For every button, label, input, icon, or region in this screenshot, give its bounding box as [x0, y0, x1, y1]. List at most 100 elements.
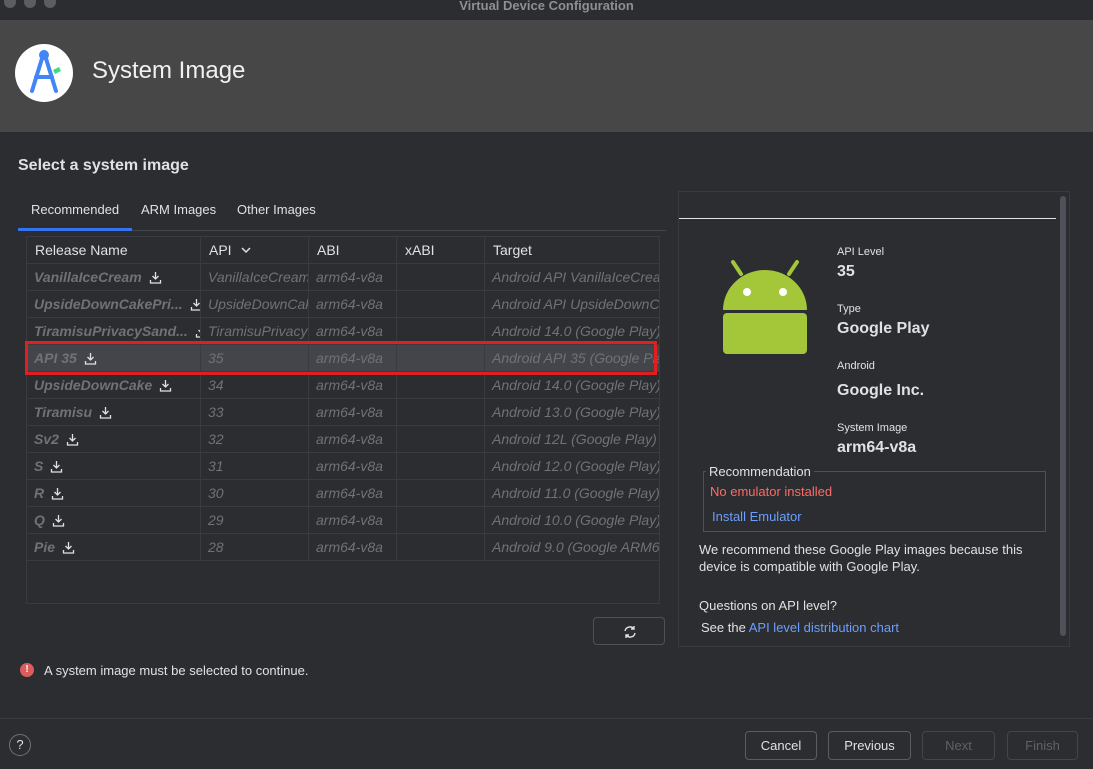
- android-value: Google Inc.: [837, 382, 925, 399]
- install-emulator-link[interactable]: Install Emulator: [712, 509, 802, 524]
- cell-target: Android 12L (Google Play): [485, 426, 659, 453]
- api-question: Questions on API level?: [699, 598, 838, 613]
- column-abi[interactable]: ABI: [309, 237, 397, 264]
- cell-release-name-text: Sv2: [34, 431, 59, 447]
- cell-xabi: [397, 291, 485, 318]
- cell-target: Android API 35 (Google Play): [485, 345, 659, 372]
- download-icon[interactable]: [52, 514, 65, 527]
- download-icon[interactable]: [50, 460, 63, 473]
- cell-abi-text: arm64-v8a: [316, 296, 383, 312]
- finish-button[interactable]: Finish: [1007, 731, 1078, 760]
- column-target[interactable]: Target: [485, 237, 659, 264]
- api-level-label: API Level: [837, 246, 885, 258]
- cell-release-name: TiramisuPrivacySand...: [27, 318, 201, 345]
- cell-api: 29: [201, 507, 309, 534]
- next-button[interactable]: Next: [922, 731, 995, 760]
- cell-xabi: [397, 534, 485, 561]
- tab-arm-images[interactable]: ARM Images: [128, 195, 229, 231]
- cell-api-text: 34: [208, 377, 224, 393]
- download-icon[interactable]: [149, 271, 162, 284]
- cell-api-text: 28: [208, 539, 224, 555]
- cell-api-text: 33: [208, 404, 224, 420]
- cell-api-text: 30: [208, 485, 224, 501]
- cell-abi: arm64-v8a: [309, 345, 397, 372]
- cell-xabi: [397, 453, 485, 480]
- table-row[interactable]: VanillaIceCream VanillaIceCream arm64-v8a A…: [27, 264, 660, 291]
- cell-target-text: Android API VanillaIceCream: [492, 269, 660, 285]
- download-icon[interactable]: [51, 487, 64, 500]
- cell-abi: arm64-v8a: [309, 480, 397, 507]
- help-button[interactable]: ?: [9, 734, 31, 756]
- download-icon[interactable]: [190, 298, 201, 311]
- cell-target-text: Android 14.0 (Google Play): [492, 377, 660, 393]
- cell-xabi: [397, 426, 485, 453]
- android-label: Android: [837, 360, 875, 372]
- download-icon[interactable]: [62, 541, 75, 554]
- cell-release-name-text: R: [34, 485, 45, 501]
- cell-abi-text: arm64-v8a: [316, 350, 383, 366]
- table-row[interactable]: TiramisuPrivacySand... TiramisuPrivacySan…: [27, 318, 659, 345]
- window-title: Virtual Device Configuration: [459, 0, 634, 13]
- table-row[interactable]: API 35 35 arm64-v8a Android API 35 (Google …: [27, 345, 659, 372]
- table-row[interactable]: Q 29 arm64-v8a Android 10.0 (Google Play): [27, 507, 660, 534]
- cell-abi: arm64-v8a: [309, 453, 397, 480]
- cell-release-name: R: [27, 480, 201, 507]
- cell-release-name: Pie: [27, 534, 201, 561]
- cell-abi: arm64-v8a: [309, 399, 397, 426]
- cell-abi-text: arm64-v8a: [316, 269, 383, 285]
- cell-api-text: 29: [208, 512, 224, 528]
- cancel-button[interactable]: Cancel: [745, 731, 817, 760]
- download-icon[interactable]: [99, 406, 112, 419]
- tab-recommended[interactable]: Recommended: [18, 195, 133, 231]
- cell-release-name-text: Pie: [34, 539, 56, 555]
- cell-api-text: 35: [208, 350, 224, 366]
- table-row[interactable]: UpsideDownCakePri... UpsideDownCake arm64-…: [27, 291, 660, 318]
- download-icon[interactable]: [84, 352, 97, 365]
- system-image-label: System Image: [837, 422, 908, 434]
- download-icon[interactable]: [159, 379, 172, 392]
- cell-xabi: [397, 345, 485, 372]
- table-row[interactable]: S 31 arm64-v8a Android 12.0 (Google Play): [27, 453, 660, 480]
- table-row[interactable]: UpsideDownCake 34 arm64-v8a Android 14.0 (G…: [27, 372, 660, 399]
- table-row[interactable]: R 30 arm64-v8a Android 11.0 (Google Play): [27, 480, 659, 507]
- cell-target-text: Android 12.0 (Google Play): [492, 458, 660, 474]
- cell-api: 31: [201, 453, 309, 480]
- table-row[interactable]: Pie 28 arm64-v8a Android 9.0 (Google ARM64): [27, 534, 659, 561]
- cell-release-name-text: Q: [34, 512, 45, 528]
- cell-release-name-text: UpsideDownCakePri...: [34, 296, 183, 312]
- column-release-name[interactable]: Release Name: [27, 237, 201, 264]
- table-row[interactable]: Sv2 32 arm64-v8a Android 12L (Google Play): [27, 426, 659, 453]
- download-icon[interactable]: [66, 433, 79, 446]
- cell-xabi: [397, 480, 485, 507]
- cell-api: UpsideDownCake: [201, 291, 309, 318]
- cell-target: Android 11.0 (Google Play): [485, 480, 659, 507]
- panel-divider: [679, 218, 1056, 219]
- cell-target: Android API VanillaIceCream: [485, 264, 660, 291]
- cell-release-name-text: TiramisuPrivacySand...: [34, 323, 188, 339]
- cell-release-name-text: VanillaIceCream: [34, 269, 142, 285]
- cell-release-name: Q: [27, 507, 201, 534]
- recommendation-description: We recommend these Google Play images be…: [699, 542, 1023, 574]
- api-distribution-chart-link[interactable]: API level distribution chart: [749, 620, 899, 635]
- column-api[interactable]: API: [201, 237, 309, 264]
- cell-target: Android 10.0 (Google Play): [485, 507, 660, 534]
- refresh-button[interactable]: [593, 617, 665, 645]
- previous-button[interactable]: Previous: [828, 731, 911, 760]
- cell-release-name: UpsideDownCake: [27, 372, 201, 399]
- cell-target-text: Android API UpsideDownCake: [492, 296, 660, 312]
- cell-target: Android 13.0 (Google Play): [485, 399, 659, 426]
- cell-abi: arm64-v8a: [309, 318, 397, 345]
- panel-scrollbar[interactable]: [1060, 196, 1066, 636]
- refresh-icon: [624, 626, 636, 638]
- android-studio-logo-icon: [15, 44, 73, 102]
- cell-abi: arm64-v8a: [309, 426, 397, 453]
- see-prefix: See the: [701, 620, 746, 635]
- cell-target: Android 9.0 (Google ARM64): [485, 534, 659, 561]
- tab-other-images[interactable]: Other Images: [224, 195, 329, 231]
- column-xabi[interactable]: xABI: [397, 237, 485, 264]
- cell-api: 28: [201, 534, 309, 561]
- cell-api-text: VanillaIceCream: [208, 269, 309, 285]
- table-row[interactable]: Tiramisu 33 arm64-v8a Android 13.0 (Google …: [27, 399, 659, 426]
- cell-xabi: [397, 372, 485, 399]
- cell-target-text: Android 10.0 (Google Play): [492, 512, 660, 528]
